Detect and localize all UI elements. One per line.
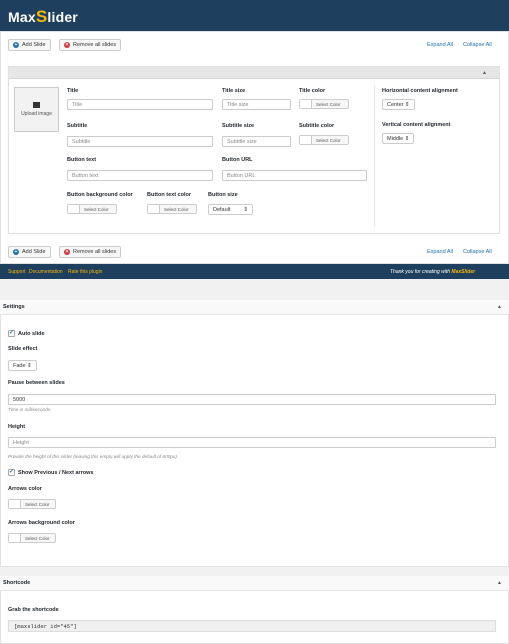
add-slide-button[interactable]: + Add Slide	[8, 39, 51, 51]
pause-label: Pause between slides	[8, 380, 65, 386]
button-size-select[interactable]: Default ⇕	[208, 204, 253, 215]
h-align-label: Horizontal content alignment	[382, 88, 458, 94]
button-bg-color-label: Button background color	[67, 192, 133, 198]
remove-icon: ×	[64, 42, 70, 48]
title-size-label: Title size	[222, 88, 246, 94]
settings-toggle-icon[interactable]: ▲	[497, 304, 502, 310]
subtitle-input[interactable]: Subtitle	[67, 136, 213, 147]
button-url-label: Button URL	[222, 157, 253, 163]
v-align-label: Vertical content alignment	[382, 122, 451, 128]
button-size-label: Button size	[208, 192, 238, 198]
select-arrows-icon: ⇕	[405, 101, 410, 108]
collapse-caret-icon[interactable]: ▲	[482, 70, 487, 76]
arrows-toggle-label: Show Previous / Next arrows	[18, 470, 94, 476]
upload-image-button[interactable]: Upload image	[14, 87, 59, 132]
button-text-input[interactable]: Button text	[67, 170, 213, 181]
arrows-bg-color-picker[interactable]: Select Color	[8, 533, 56, 543]
shortcode-field[interactable]: [maxslider id="45"]	[8, 620, 496, 632]
slide-effect-label: Slide effect	[8, 346, 38, 352]
v-align-select[interactable]: Middle ⇕	[382, 133, 415, 144]
maxslider-logo: MaxSlider	[8, 7, 78, 26]
subtitle-color-label: Subtitle color	[299, 123, 335, 129]
collapse-all-link[interactable]: Collapse All	[463, 42, 492, 48]
support-link[interactable]: Support	[8, 269, 26, 275]
auto-slide-label: Auto slide	[18, 331, 45, 337]
arrows-color-label: Arrows color	[8, 486, 42, 492]
slide-item-handle[interactable]	[9, 67, 499, 79]
collapse-all-link-bottom[interactable]: Collapse All	[463, 249, 492, 255]
subtitle-size-input[interactable]: Subtitle size	[222, 136, 291, 147]
pause-hint: Time in milliseconds.	[8, 407, 52, 412]
slide-effect-select[interactable]: Fade ⇕	[8, 360, 37, 371]
subtitle-size-label: Subtitle size	[222, 123, 255, 129]
plus-icon: +	[13, 42, 19, 48]
arrows-color-picker[interactable]: Select Color	[8, 499, 56, 509]
button-url-input[interactable]: Button URL	[222, 170, 367, 181]
height-input[interactable]: Height	[8, 437, 496, 448]
auto-slide-checkbox[interactable]: ✓	[8, 330, 15, 337]
shortcode-toggle-icon[interactable]: ▲	[497, 580, 502, 586]
add-slide-button-bottom[interactable]: + Add Slide	[8, 246, 51, 258]
height-hint: Provide the height of this slider (leavi…	[8, 454, 179, 459]
expand-all-link[interactable]: Expand All	[427, 42, 453, 48]
column-divider	[374, 86, 375, 226]
shortcode-header[interactable]: Shortcode	[0, 576, 509, 591]
grab-shortcode-label: Grab the shortcode	[8, 607, 59, 613]
image-icon	[33, 102, 40, 108]
title-size-input[interactable]: Title size	[222, 99, 291, 110]
expand-all-link-bottom[interactable]: Expand All	[427, 249, 453, 255]
subtitle-color-picker[interactable]: Select Color	[299, 135, 349, 145]
settings-panel	[0, 300, 509, 567]
title-label: Title	[67, 88, 79, 94]
select-arrows-icon: ⇕	[27, 362, 32, 369]
title-color-label: Title color	[299, 88, 326, 94]
button-text-color-label: Button text color	[147, 192, 191, 198]
footer-thanks: Thank you for creating with MaxSlider	[390, 269, 476, 275]
button-text-label: Button text	[67, 157, 97, 163]
remove-icon: ×	[64, 249, 70, 255]
height-label: Height	[8, 424, 26, 430]
select-arrows-icon: ⇕	[404, 135, 410, 142]
pause-input[interactable]: 5000	[8, 394, 496, 405]
plus-icon: +	[13, 249, 19, 255]
button-text-color-picker[interactable]: Select Color	[147, 204, 197, 214]
select-arrows-icon: ⇕	[243, 206, 248, 213]
documentation-link[interactable]: Documentation	[29, 269, 63, 275]
rate-plugin-link[interactable]: Rate this plugin	[68, 269, 102, 275]
title-input[interactable]: Title	[67, 99, 213, 110]
title-color-picker[interactable]: Select Color	[299, 99, 349, 109]
button-bg-color-picker[interactable]: Select Color	[67, 204, 117, 214]
h-align-select[interactable]: Center ⇕	[382, 99, 415, 110]
remove-all-slides-button[interactable]: × Remove all slides	[59, 39, 122, 51]
remove-all-slides-button-bottom[interactable]: × Remove all slides	[59, 246, 122, 258]
arrows-checkbox[interactable]: ✓	[8, 469, 15, 476]
settings-header[interactable]: Settings	[0, 300, 509, 315]
arrows-bg-color-label: Arrows background color	[8, 520, 75, 526]
subtitle-label: Subtitle	[67, 123, 88, 129]
